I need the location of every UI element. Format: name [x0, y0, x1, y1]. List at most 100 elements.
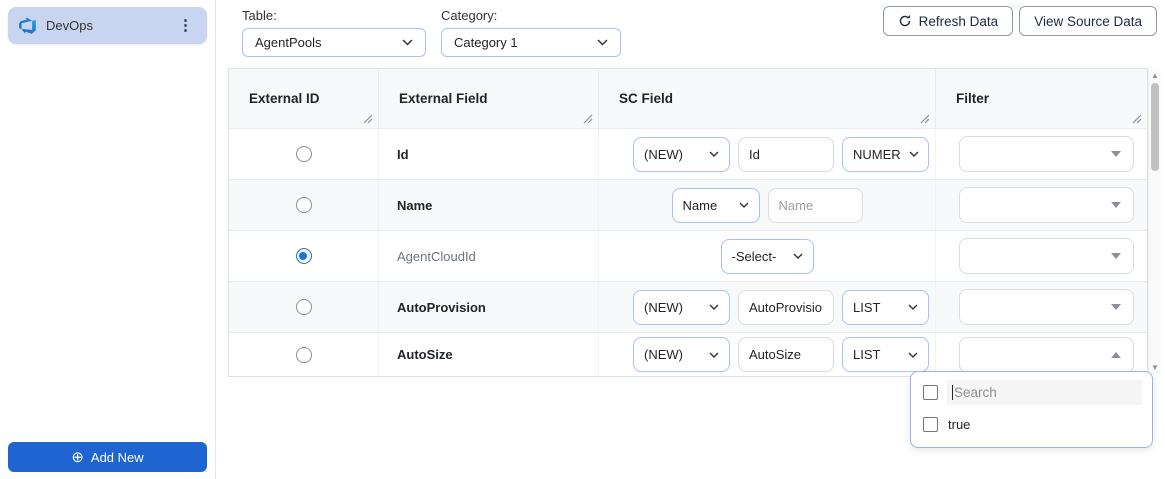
external-field-name: AgentCloudId [379, 231, 599, 281]
add-new-button[interactable]: ⊕ Add New [8, 442, 207, 472]
header-sc-field: SC Field [599, 69, 936, 128]
table-select[interactable]: AgentPools [242, 28, 426, 57]
caret-down-icon [1111, 304, 1121, 310]
caret-down-icon [1111, 202, 1121, 208]
plus-circle-icon: ⊕ [71, 448, 84, 466]
option-label: true [948, 417, 971, 432]
sc-type-select-value: NUMER [853, 146, 901, 162]
caret-down-icon [1111, 253, 1121, 259]
header-label: External ID [249, 91, 320, 106]
filter-dropdown-open[interactable] [959, 336, 1134, 373]
mapping-table: External ID External Field SC Field Filt… [228, 68, 1148, 377]
chevron-down-icon [402, 39, 413, 46]
sc-type-select[interactable]: NUMER [842, 136, 929, 172]
column-resize-handle[interactable] [363, 114, 373, 124]
sc-field-select-value: Name [682, 197, 718, 213]
table-header-row: External ID External Field SC Field Filt… [229, 69, 1147, 128]
category-select-group: Category: Category 1 [441, 8, 621, 57]
sc-field-select[interactable]: (NEW) [633, 136, 730, 172]
category-select-value: Category 1 [454, 35, 518, 50]
external-field-name: Name [379, 180, 599, 230]
sc-type-select-value: LIST [853, 347, 881, 362]
row-radio[interactable] [295, 346, 312, 363]
sc-field-select-value: (NEW) [644, 347, 683, 362]
refresh-icon [898, 14, 912, 28]
caret-up-icon [1111, 351, 1121, 358]
column-resize-handle[interactable] [920, 114, 930, 124]
sc-field-name-input[interactable] [767, 187, 863, 223]
chevron-down-icon [709, 151, 719, 157]
chevron-down-icon [597, 39, 608, 46]
external-field-name: AutoProvision [379, 282, 599, 332]
category-label: Category: [441, 8, 498, 23]
scrollbar-thumb[interactable] [1151, 83, 1159, 171]
view-source-label: View Source Data [1034, 13, 1142, 29]
row-radio-selected[interactable] [295, 248, 312, 264]
filter-search-input[interactable] [947, 380, 1142, 405]
filter-options-panel: true [910, 371, 1153, 448]
connector-card-devops[interactable]: DevOps ⋮ [8, 7, 207, 44]
table-select-value: AgentPools [255, 35, 322, 50]
azure-devops-icon [18, 16, 37, 35]
sc-type-select-value: LIST [853, 299, 881, 315]
row-radio[interactable] [295, 197, 312, 213]
chevron-down-icon [908, 304, 918, 310]
header-external-field: External Field [379, 69, 599, 128]
sc-field-select-value: (NEW) [644, 146, 683, 162]
external-field-name: AutoSize [379, 333, 599, 376]
header-external-id: External ID [229, 69, 379, 128]
refresh-label: Refresh Data [918, 13, 999, 29]
table-label: Table: [242, 8, 277, 23]
header-label: External Field [399, 91, 488, 106]
table-row-autosize: AutoSize (NEW) LIST [229, 332, 1147, 376]
sc-field-name-input[interactable] [738, 289, 834, 325]
chevron-down-icon [793, 253, 803, 259]
row-radio[interactable] [295, 146, 312, 162]
select-all-checkbox[interactable] [923, 385, 938, 400]
category-select[interactable]: Category 1 [441, 28, 621, 57]
main-content: Table: AgentPools Category: Category 1 R… [216, 0, 1165, 479]
header-label: SC Field [619, 91, 674, 106]
header-label: Filter [956, 91, 990, 106]
filter-option-true[interactable]: true [923, 417, 1142, 432]
top-action-buttons: Refresh Data View Source Data [882, 6, 1157, 36]
connector-label: DevOps [46, 18, 93, 33]
table-row-autoprovision: AutoProvision (NEW) LIST [229, 281, 1147, 332]
filter-dropdown[interactable] [959, 187, 1134, 223]
header-filter: Filter [936, 69, 1147, 128]
option-checkbox[interactable] [923, 417, 938, 432]
filter-dropdown[interactable] [959, 238, 1134, 274]
sc-type-select[interactable]: LIST [842, 289, 929, 325]
column-resize-handle[interactable] [583, 114, 593, 124]
sidebar: DevOps ⋮ ⊕ Add New [0, 0, 216, 479]
sc-field-name-input[interactable] [738, 136, 834, 172]
scroll-down-icon[interactable]: ▼ [1149, 360, 1161, 374]
external-field-name: Id [379, 129, 599, 179]
kebab-menu-icon[interactable]: ⋮ [174, 16, 197, 35]
chevron-down-icon [709, 352, 719, 358]
sc-field-select[interactable]: (NEW) [633, 337, 730, 372]
sc-field-select[interactable]: -Select- [720, 238, 814, 274]
chevron-down-icon [739, 202, 749, 208]
refresh-data-button[interactable]: Refresh Data [882, 6, 1014, 36]
filter-dropdown[interactable] [959, 136, 1134, 172]
caret-down-icon [1111, 151, 1121, 157]
vertical-scrollbar[interactable]: ▲ ▼ [1148, 68, 1161, 374]
sc-field-select-value: (NEW) [644, 299, 683, 315]
chevron-down-icon [908, 352, 918, 358]
filter-search-box [947, 380, 1142, 405]
add-new-label: Add New [90, 449, 144, 465]
row-radio[interactable] [295, 299, 312, 315]
table-row-agentcloudid: AgentCloudId -Select- [229, 230, 1147, 281]
column-resize-handle[interactable] [1132, 114, 1142, 124]
table-row-name: Name Name [229, 179, 1147, 230]
sc-type-select[interactable]: LIST [842, 337, 929, 372]
filter-dropdown[interactable] [959, 289, 1134, 325]
scroll-up-icon[interactable]: ▲ [1149, 68, 1161, 82]
table-select-group: Table: AgentPools [242, 8, 426, 57]
sc-field-select[interactable]: Name [671, 187, 760, 223]
sc-field-name-input[interactable] [738, 337, 834, 372]
sc-field-select[interactable]: (NEW) [633, 289, 730, 325]
view-source-data-button[interactable]: View Source Data [1019, 6, 1157, 36]
sc-field-select-value: -Select- [731, 248, 777, 264]
